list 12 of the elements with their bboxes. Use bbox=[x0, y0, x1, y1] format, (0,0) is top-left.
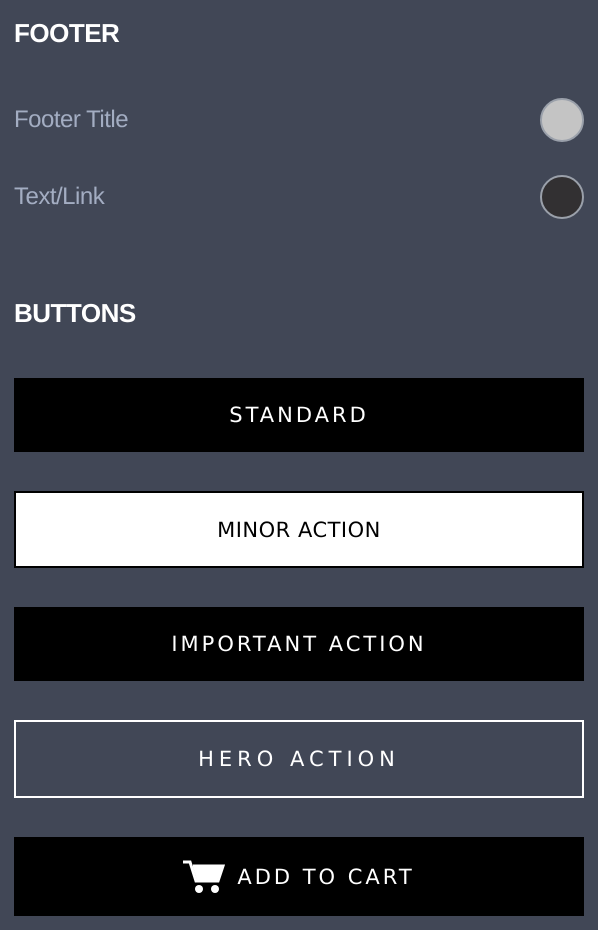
section-heading: FOOTER bbox=[14, 18, 120, 48]
color-label: Text/Link bbox=[14, 183, 104, 211]
cart-icon bbox=[183, 858, 226, 894]
section-heading: BUTTONS bbox=[14, 298, 137, 328]
add-to-cart-button[interactable]: ADD TO CART bbox=[14, 837, 584, 916]
action-button[interactable]: HERO ACTION bbox=[14, 720, 584, 798]
action-button[interactable]: STANDARD bbox=[14, 378, 584, 452]
action-button[interactable]: MINOR ACTION bbox=[14, 491, 584, 568]
color-swatch[interactable] bbox=[540, 175, 584, 219]
action-button[interactable]: IMPORTANT ACTION bbox=[14, 607, 584, 681]
color-swatch[interactable] bbox=[540, 98, 584, 142]
color-label: Footer Title bbox=[14, 106, 128, 134]
